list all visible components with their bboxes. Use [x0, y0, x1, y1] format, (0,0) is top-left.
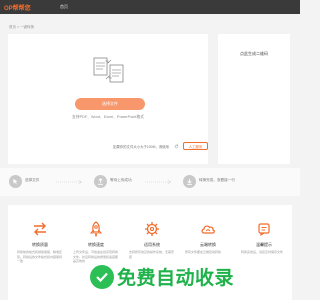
document-files-icon	[93, 57, 124, 83]
process-steps: 选择文件 等待上传成功 转换完成，查看接一行	[0, 168, 300, 196]
site-logo[interactable]: OP帮帮您	[4, 3, 31, 12]
watermark-text: 免费自动收录	[117, 268, 235, 289]
feature-title: 温馨提示	[256, 242, 272, 247]
upload-panel: 选择文件 支持PDF、Word、Excel、PowerPoint格式 如果你的文…	[8, 34, 208, 164]
file-size-note: 如果你的文件大小大于100M，请使用	[113, 145, 169, 149]
checkmark-icon	[90, 265, 114, 289]
step-label-select: 选择文件	[25, 178, 40, 182]
arrow-right-icon	[56, 180, 82, 184]
rocket-icon	[89, 221, 103, 237]
gear-icon	[145, 222, 159, 236]
feature-desc: 所有文件都在云端自动转换	[185, 250, 222, 254]
feature-title: 转换质量	[32, 242, 48, 247]
nav-home-link[interactable]: 首页	[60, 4, 68, 10]
watermark-overlay: 免费自动收录	[90, 262, 300, 292]
arrows-icon	[34, 222, 46, 236]
supported-formats-note: 支持PDF、Word、Excel、PowerPoint格式	[72, 115, 144, 119]
top-navigation-bar: OP帮帮您 首页	[0, 0, 300, 14]
feature-desc: 转换完成后，请您及时保存文件	[241, 250, 284, 254]
step-label-done: 转换完成，查看接一行	[199, 178, 235, 182]
manual-service-button[interactable]: 人工服务	[183, 142, 208, 150]
step-label-upload: 等待上传成功	[110, 178, 132, 182]
generate-qr-link[interactable]: 点此生成二维码	[218, 51, 290, 57]
breadcrumb: 首页 > 一键转换	[9, 25, 34, 29]
feature-title: 云端转换	[200, 242, 216, 247]
feature-desc: 转换前的格式和排版保留，精准还原。转换后的文件格式和内容保持一致	[17, 250, 63, 263]
feature-title: 适用系统	[144, 242, 160, 247]
cloud-icon	[201, 225, 215, 234]
feature-title: 转换速度	[88, 242, 104, 247]
refresh-icon[interactable]	[174, 144, 179, 149]
feature-quality: 转换质量 转换前的格式和排版保留，精准还原。转换后的文件格式和内容保持一致	[14, 217, 66, 297]
select-file-button[interactable]: 选择文件	[75, 98, 145, 110]
download-icon	[183, 175, 196, 188]
upload-icon	[94, 175, 107, 188]
qr-code-panel: 点此生成二维码	[218, 34, 290, 164]
cursor-icon	[9, 175, 22, 188]
bell-icon	[258, 223, 270, 237]
arrow-right-icon	[145, 180, 171, 184]
feature-desc: 支持所有常见的操作系统，无需安装	[129, 250, 175, 259]
